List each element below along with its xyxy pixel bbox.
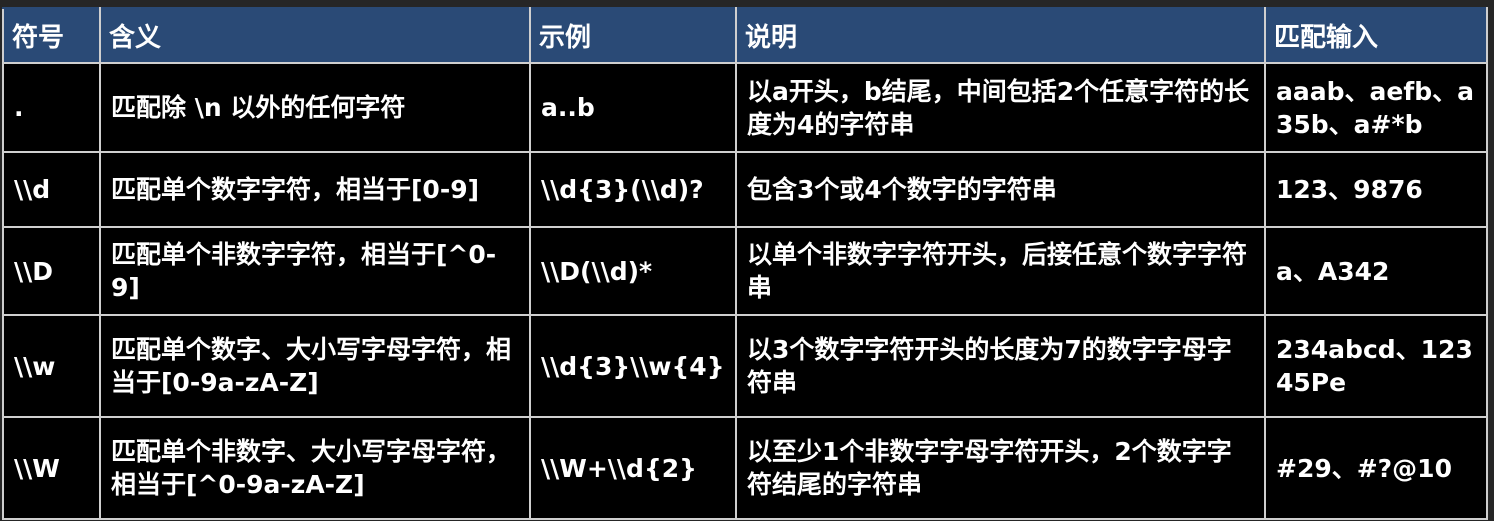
cell-match-input: aaab、aefb、a35b、a#*b bbox=[1264, 62, 1488, 153]
table-row: \\w 匹配单个数字、大小写字母字符，相当于[0-9a-zA-Z] \\d{3}… bbox=[2, 314, 1488, 418]
cell-symbol: \\d bbox=[2, 151, 101, 228]
table-row: \\d 匹配单个数字字符，相当于[0-9] \\d{3}(\\d)? 包含3个或… bbox=[2, 151, 1488, 228]
header-symbol: 符号 bbox=[2, 7, 101, 64]
cell-symbol: . bbox=[2, 62, 101, 153]
cell-example: \\W+\\d{2} bbox=[529, 416, 737, 520]
header-match-input: 匹配输入 bbox=[1264, 7, 1488, 64]
cell-description: 包含3个或4个数字的字符串 bbox=[735, 151, 1266, 228]
table-header: 符号 含义 示例 说明 匹配输入 bbox=[2, 7, 1488, 64]
cell-description: 以3个数字字符开头的长度为7的数字字母字符串 bbox=[735, 314, 1266, 418]
slide-canvas: 符号 含义 示例 说明 匹配输入 . 匹配除 \n 以外的任何字符 a..b 以… bbox=[0, 0, 1494, 521]
cell-match-input: a、A342 bbox=[1264, 226, 1488, 316]
table-row: \\D 匹配单个非数字字符，相当于[^0-9] \\D(\\d)* 以单个非数字… bbox=[2, 226, 1488, 316]
header-meaning: 含义 bbox=[99, 7, 531, 64]
cell-meaning: 匹配单个非数字、大小写字母字符，相当于[^0-9a-zA-Z] bbox=[99, 416, 531, 520]
cell-symbol: \\W bbox=[2, 416, 101, 520]
regex-symbol-table: 符号 含义 示例 说明 匹配输入 . 匹配除 \n 以外的任何字符 a..b 以… bbox=[2, 7, 1488, 520]
cell-symbol: \\w bbox=[2, 314, 101, 418]
cell-example: \\d{3}(\\d)? bbox=[529, 151, 737, 228]
cell-description: 以单个非数字字符开头，后接任意个数字字符串 bbox=[735, 226, 1266, 316]
cell-example: a..b bbox=[529, 62, 737, 153]
header-example: 示例 bbox=[529, 7, 737, 64]
table-row: . 匹配除 \n 以外的任何字符 a..b 以a开头，b结尾，中间包括2个任意字… bbox=[2, 62, 1488, 153]
cell-meaning: 匹配除 \n 以外的任何字符 bbox=[99, 62, 531, 153]
cell-match-input: #29、#?@10 bbox=[1264, 416, 1488, 520]
header-row: 符号 含义 示例 说明 匹配输入 bbox=[2, 7, 1488, 64]
cell-example: \\D(\\d)* bbox=[529, 226, 737, 316]
cell-meaning: 匹配单个非数字字符，相当于[^0-9] bbox=[99, 226, 531, 316]
table-body: . 匹配除 \n 以外的任何字符 a..b 以a开头，b结尾，中间包括2个任意字… bbox=[2, 62, 1488, 520]
cell-description: 以至少1个非数字字母字符开头，2个数字字符结尾的字符串 bbox=[735, 416, 1266, 520]
cell-match-input: 123、9876 bbox=[1264, 151, 1488, 228]
cell-symbol: \\D bbox=[2, 226, 101, 316]
header-description: 说明 bbox=[735, 7, 1266, 64]
cell-meaning: 匹配单个数字字符，相当于[0-9] bbox=[99, 151, 531, 228]
table-row: \\W 匹配单个非数字、大小写字母字符，相当于[^0-9a-zA-Z] \\W+… bbox=[2, 416, 1488, 520]
cell-match-input: 234abcd、12345Pe bbox=[1264, 314, 1488, 418]
cell-meaning: 匹配单个数字、大小写字母字符，相当于[0-9a-zA-Z] bbox=[99, 314, 531, 418]
cell-example: \\d{3}\\w{4} bbox=[529, 314, 737, 418]
cell-description: 以a开头，b结尾，中间包括2个任意字符的长度为4的字符串 bbox=[735, 62, 1266, 153]
